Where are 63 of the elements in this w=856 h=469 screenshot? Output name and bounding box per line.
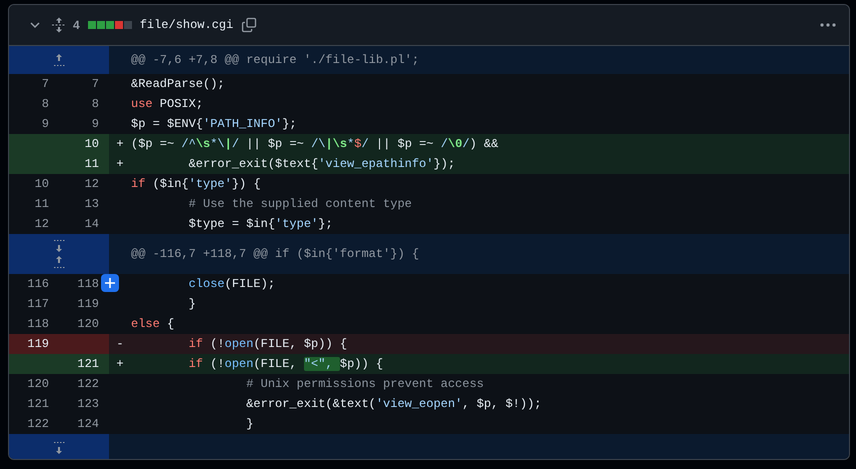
line-number: 8 xyxy=(40,96,50,113)
code-line: if ($in{'type'}) { xyxy=(131,176,261,193)
copy-icon xyxy=(241,17,258,33)
code-line: else { xyxy=(131,316,174,333)
gutter-cell xyxy=(9,354,59,374)
line-number: 118 xyxy=(76,276,100,293)
line-number: 10 xyxy=(59,134,109,154)
code-line: use POSIX; xyxy=(131,96,204,113)
line-number: 120 xyxy=(26,376,50,393)
line-number: 12 xyxy=(84,176,100,193)
line-number: 9 xyxy=(90,116,100,133)
plus-icon xyxy=(104,277,116,289)
diff-marker: + xyxy=(115,136,125,153)
code-line: &ReadParse(); xyxy=(131,76,225,93)
line-number: 119 xyxy=(76,296,100,313)
line-number: 11 xyxy=(59,154,109,174)
line-number: 121 xyxy=(26,396,50,413)
line-number: 12 xyxy=(34,216,50,233)
code-line: &error_exit($text{'view_epathinfo'}); xyxy=(188,156,456,173)
expand-down-icon[interactable] xyxy=(51,238,67,254)
line-number: 11 xyxy=(34,196,50,213)
line-number: 118 xyxy=(26,316,50,333)
file-path: file/show.cgi xyxy=(140,18,234,32)
line-number: 119 xyxy=(9,334,59,354)
expand-up-icon[interactable] xyxy=(51,52,67,68)
hunk-header: @@ -7,6 +7,8 @@ require './file-lib.pl'; xyxy=(131,52,420,69)
line-number: 117 xyxy=(26,296,50,313)
line-number: 14 xyxy=(84,216,100,233)
line-number: 7 xyxy=(40,76,50,93)
diff-marker: - xyxy=(115,336,125,353)
line-number: 13 xyxy=(84,196,100,213)
line-number: 10 xyxy=(34,176,50,193)
line-number: 122 xyxy=(26,416,50,433)
expand-all-icon[interactable] xyxy=(51,17,67,33)
line-number: 116 xyxy=(26,276,50,293)
line-number: 7 xyxy=(90,76,100,93)
line-number: 124 xyxy=(76,416,100,433)
line-number: 8 xyxy=(90,96,100,113)
code-line: if (!open(FILE, "<", $p)) { xyxy=(188,356,384,373)
line-number: 121 xyxy=(59,354,109,374)
hunk-header: @@ -116,7 +118,7 @@ if ($in{'format'}) { xyxy=(131,246,420,263)
code-line: &error_exit(&text('view_eopen', $p, $!)); xyxy=(245,396,542,413)
line-number: 122 xyxy=(76,376,100,393)
change-count: 4 xyxy=(73,18,80,32)
code-line: } xyxy=(245,416,254,433)
line-number: 9 xyxy=(40,116,50,133)
code-line: # Unix permissions prevent access xyxy=(245,376,484,393)
diff-marker: + xyxy=(115,356,125,373)
line-number: 120 xyxy=(76,316,100,333)
code-line: $p = $ENV{'PATH_INFO'}; xyxy=(131,116,297,133)
diff-marker: + xyxy=(115,156,125,173)
expand-up-icon[interactable] xyxy=(51,254,67,270)
gutter-cell xyxy=(59,334,109,354)
code-line: ($p =~ /^\s*\|/ || $p =~ /\|\s*$/ || $p =~ /\0/) && xyxy=(131,136,498,153)
code-line: close(FILE); xyxy=(188,276,276,293)
diffstat-bar xyxy=(88,21,132,29)
code-line: if (!open(FILE, $p)) { xyxy=(188,336,348,353)
code-line: # Use the supplied content type xyxy=(188,196,412,213)
code-line: $type = $in{'type'}; xyxy=(188,216,333,233)
code-line: } xyxy=(188,296,196,313)
add-comment-button[interactable] xyxy=(101,274,119,292)
line-number: 123 xyxy=(76,396,100,413)
expand-down-icon[interactable] xyxy=(51,440,67,456)
